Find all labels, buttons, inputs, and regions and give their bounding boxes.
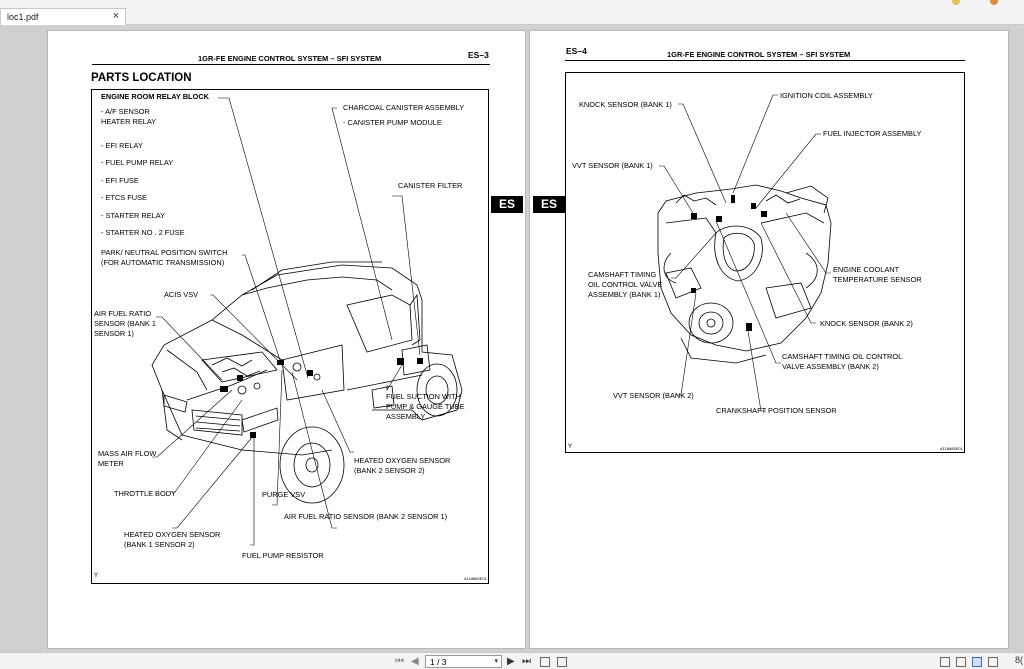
label-purge-vsv: PURGE VSV [262, 490, 306, 499]
label-acis-vsv: ACIS VSV [164, 290, 199, 299]
corner-mark: Y [94, 573, 99, 579]
label-maf: MASS AIR FLOW [98, 449, 157, 458]
label-af-sensor-b1: AIR FUEL RATIO [94, 309, 152, 318]
illustration-id: A118685E01 [940, 446, 963, 451]
label-af-sensor-b2: AIR FUEL RATIO SENSOR (BANK 2 SENSOR 1) [284, 512, 448, 521]
label-ho2-b1s2-2: (BANK 1 SENSOR 2) [124, 540, 195, 549]
label-coolant-temp: ENGINE COOLANT [833, 265, 900, 274]
single-page-icon[interactable] [940, 657, 950, 667]
duplicate-icon[interactable] [557, 657, 567, 667]
label-canister-pump: - CANISTER PUMP MODULE [343, 118, 442, 127]
navigation-toolbar: ⏮ ◀ 1 / 3 ▾ ▶ ⏭ 8( [0, 652, 1024, 669]
label-cam-ocv-b2-2: VALVE ASSEMBLY (BANK 2) [782, 362, 879, 371]
last-page-button[interactable]: ⏭ [522, 656, 531, 667]
label-crankshaft-sensor: CRANKSHAFT POSITION SENSOR [716, 406, 837, 415]
label-coolant-temp-2: TEMPERATURE SENSOR [833, 275, 922, 284]
two-page-continuous-icon[interactable] [988, 657, 998, 667]
label-cam-ocv-b2: CAMSHAFT TIMING OIL CONTROL [782, 352, 903, 361]
chevron-down-icon[interactable]: ▾ [494, 657, 498, 665]
pdf-viewer-app: loc1.pdf × 1GR-FE ENGINE CONTROL SYSTEM … [0, 0, 1024, 669]
label-cam-ocv-b1: CAMSHAFT TIMING [588, 270, 657, 279]
label-starter2-fuse: - STARTER NO . 2 FUSE [101, 228, 185, 237]
page-es-3: 1GR-FE ENGINE CONTROL SYSTEM – SFI SYSTE… [48, 31, 525, 648]
label-ho2-b1s2: HEATED OXYGEN SENSOR [124, 530, 221, 539]
page-selector-value[interactable]: 1 / 3 [430, 657, 447, 667]
continuous-page-icon[interactable] [956, 657, 966, 667]
two-page-icon[interactable] [972, 657, 982, 667]
label-throttle-body: THROTTLE BODY [114, 489, 177, 498]
section-tab-left: ES [491, 196, 523, 213]
label-knock-b2: KNOCK SENSOR (BANK 2) [820, 319, 913, 328]
illustration-id: A118680E01 [464, 576, 487, 581]
label-fuel-injector: FUEL INJECTOR ASSEMBLY [823, 129, 922, 138]
page-number: ES–3 [468, 50, 489, 60]
document-viewport[interactable]: 1GR-FE ENGINE CONTROL SYSTEM – SFI SYSTE… [0, 26, 1024, 652]
label-vvt-b1: VVT SENSOR (BANK 1) [572, 161, 653, 170]
tab-bar: loc1.pdf × [0, 0, 1024, 25]
label-relay-block: ENGINE ROOM RELAY BLOCK [101, 92, 209, 101]
label-fuel-pump-relay: - FUEL PUMP RELAY [101, 158, 174, 167]
label-efi-fuse: - EFI FUSE [101, 176, 139, 185]
label-cam-ocv-b1-2: OIL CONTROL VALVE [588, 280, 663, 289]
page-header-title: 1GR-FE ENGINE CONTROL SYSTEM – SFI SYSTE… [198, 54, 382, 63]
label-charcoal-canister: CHARCOAL CANISTER ASSEMBLY [343, 103, 465, 112]
label-fuel-suction: FUEL SUCTION WITH [386, 392, 461, 401]
label-etcs-fuse: - ETCS FUSE [101, 193, 147, 202]
next-page-button[interactable]: ▶ [507, 656, 515, 667]
label-fuel-suction-2: PUMP & GAUGE TUBE [386, 402, 465, 411]
page-header-title: 1GR-FE ENGINE CONTROL SYSTEM – SFI SYSTE… [667, 50, 851, 59]
label-starter-relay: - STARTER RELAY [101, 211, 166, 220]
header-rule [92, 64, 490, 65]
label-ho2-b2s2: HEATED OXYGEN SENSOR [354, 456, 451, 465]
illustration-frame: KNOCK SENSOR (BANK 1) IGNITION COIL ASSE… [565, 72, 965, 453]
tab-title[interactable]: loc1.pdf [7, 12, 39, 22]
label-fuel-suction-3: ASSEMBLY [386, 412, 426, 421]
section-title: PARTS LOCATION [91, 72, 192, 84]
label-fuel-pump-resistor: FUEL PUMP RESISTOR [242, 551, 324, 560]
label-efi-relay: - EFI RELAY [101, 141, 143, 150]
page-es-4: ES–4 1GR-FE ENGINE CONTROL SYSTEM – SFI … [530, 31, 1008, 648]
label-af-relay: - A/F SENSOR [101, 107, 150, 116]
label-knock-b1: KNOCK SENSOR (BANK 1) [579, 100, 672, 109]
notification-icon[interactable] [952, 0, 960, 5]
first-page-button[interactable]: ⏮ [395, 656, 404, 667]
label-maf-2: METER [98, 459, 124, 468]
label-af-relay-2: HEATER RELAY [101, 117, 157, 126]
copy-icon[interactable] [540, 657, 550, 667]
corner-mark: Y [568, 444, 573, 450]
illustration-frame: ENGINE ROOM RELAY BLOCK - A/F SENSOR HEA… [91, 89, 489, 584]
close-icon[interactable]: × [113, 10, 119, 22]
zoom-level[interactable]: 8( [1015, 655, 1023, 665]
label-ignition-coil: IGNITION COIL ASSEMBLY [780, 91, 873, 100]
page-selector[interactable]: 1 / 3 ▾ [425, 655, 502, 668]
account-icon[interactable] [990, 0, 998, 5]
label-af-sensor-b1-3: SENSOR 1) [94, 329, 134, 338]
label-cam-ocv-b1-3: ASSEMBLY (BANK 1) [588, 290, 661, 299]
label-ho2-b2s2-2: (BANK 2 SENSOR 2) [354, 466, 425, 475]
document-tab[interactable]: loc1.pdf × [0, 8, 126, 25]
page-number: ES–4 [566, 46, 587, 56]
label-park-neutral-2: (FOR AUTOMATIC TRANSMISSION) [101, 258, 225, 267]
label-canister-filter: CANISTER FILTER [398, 181, 463, 190]
section-tab-right: ES [533, 196, 565, 213]
label-vvt-b2: VVT SENSOR (BANK 2) [613, 391, 694, 400]
header-rule [565, 60, 965, 61]
label-park-neutral: PARK/ NEUTRAL POSITION SWITCH [101, 248, 228, 257]
previous-page-button[interactable]: ◀ [411, 656, 419, 667]
label-af-sensor-b1-2: SENSOR (BANK 1 [94, 319, 157, 328]
